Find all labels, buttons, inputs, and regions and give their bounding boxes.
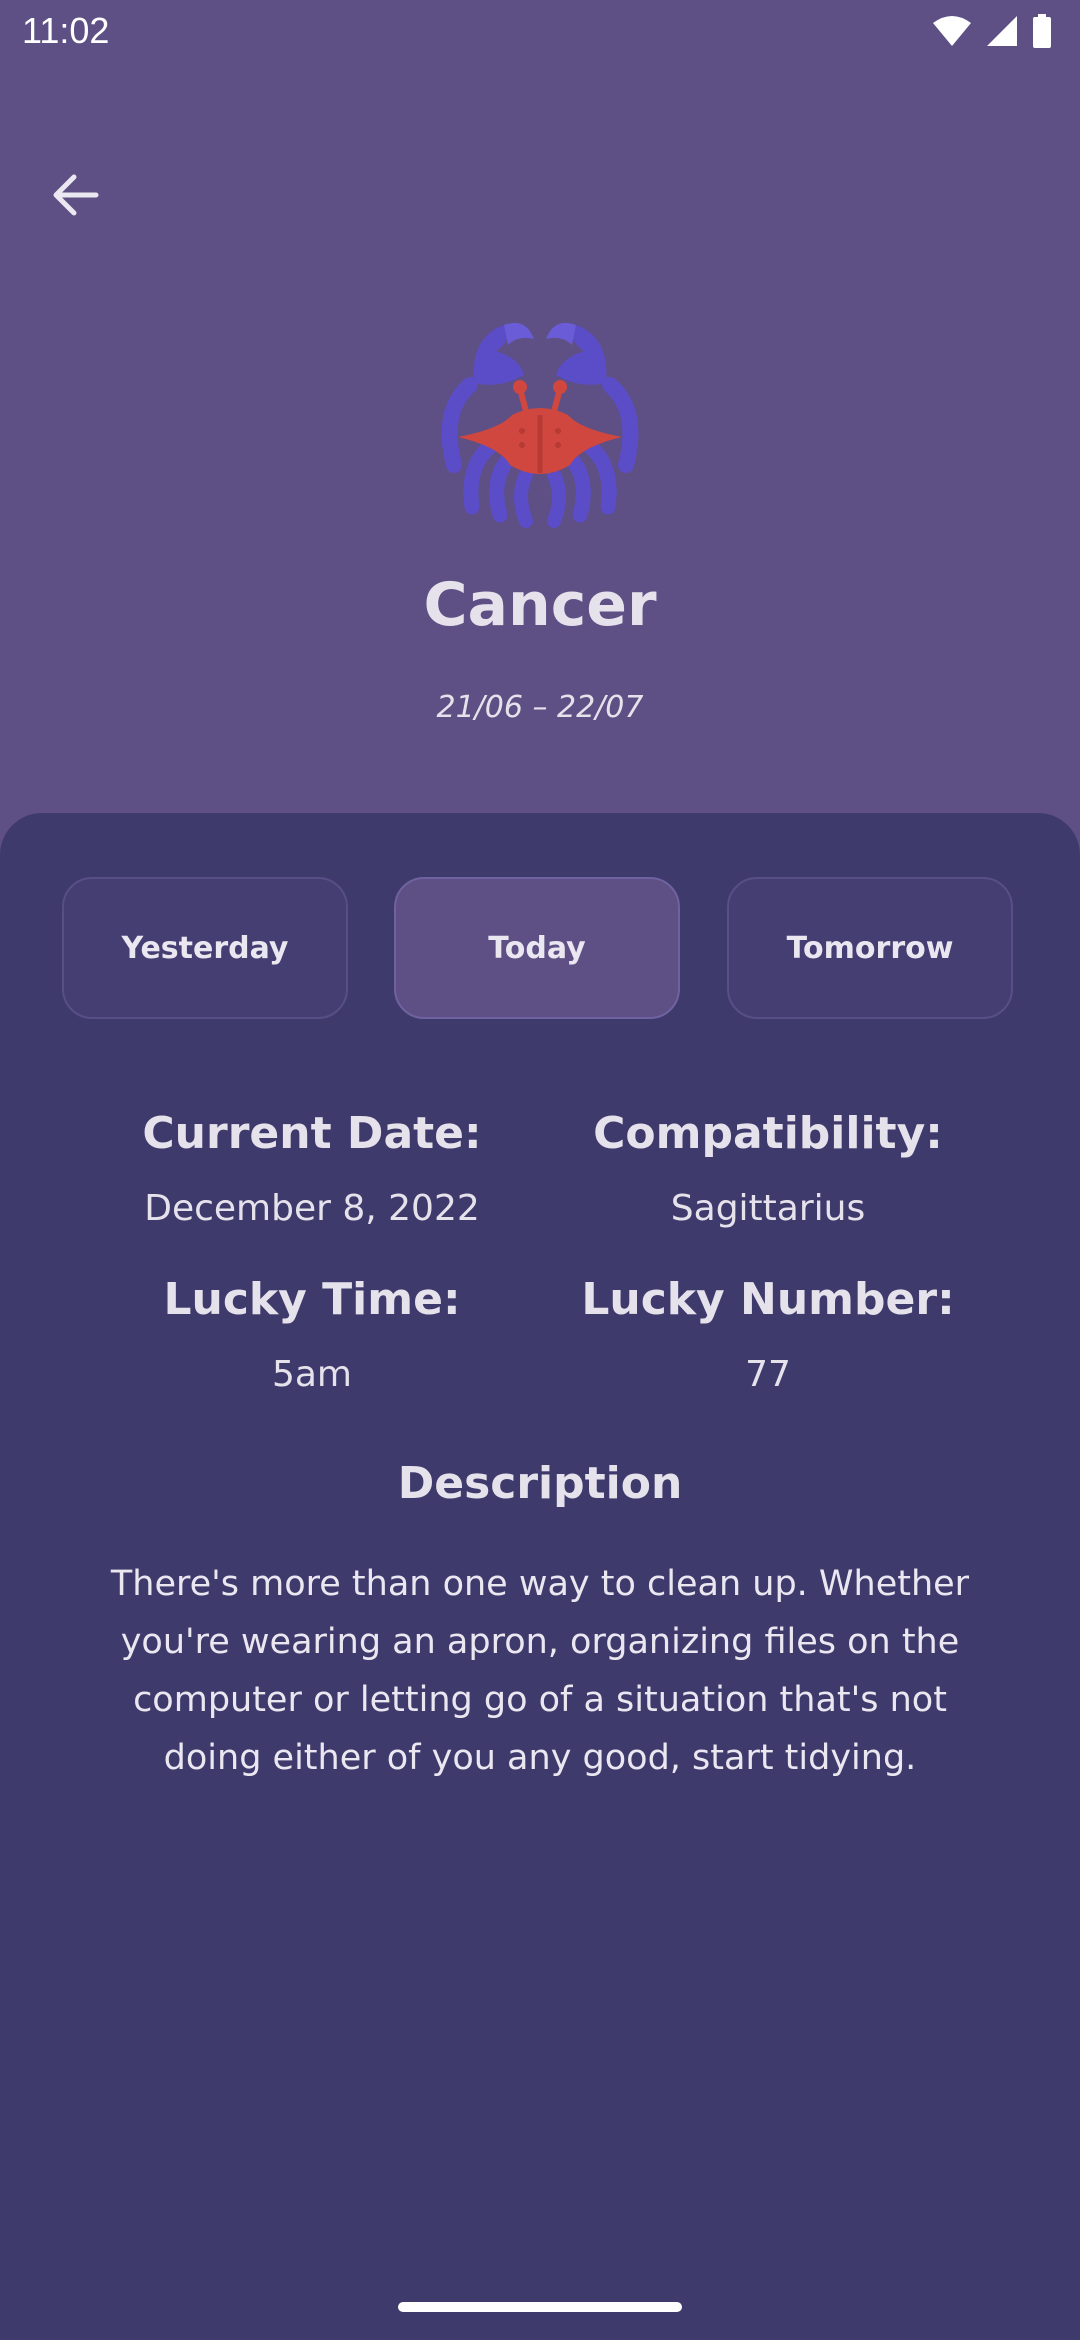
day-tabs: Yesterday Today Tomorrow [62,877,1018,1023]
current-date-label: Current Date: [142,1108,482,1159]
description-text: There's more than one way to clean up. W… [110,1564,970,1778]
tab-today[interactable]: Today [394,877,680,1019]
lucky-time-value: 5am [271,1354,353,1395]
description-title: Description [397,1458,683,1509]
compatibility-value: Sagittarius [670,1188,866,1229]
tab-yesterday[interactable]: Yesterday [62,877,348,1019]
tab-tomorrow[interactable]: Tomorrow [727,877,1013,1019]
battery-icon [1033,14,1051,48]
lucky-number-value: 77 [745,1354,791,1395]
wifi-icon [933,16,971,46]
status-bar: 11:02 [0,0,1080,64]
status-time: 11:02 [22,10,110,51]
arrow-left-icon [53,174,99,216]
lucky-time-label: Lucky Time: [163,1274,461,1325]
cellular-signal-icon [987,16,1017,46]
crab-icon [430,315,650,530]
current-date-value: December 8, 2022 [144,1188,480,1229]
sign-dates: 21/06 – 22/07 [436,690,644,725]
home-indicator[interactable] [398,2302,682,2312]
status-icons [932,14,1052,48]
sign-name: Cancer [423,570,657,640]
lucky-number-label: Lucky Number: [581,1274,955,1325]
back-button[interactable] [40,160,110,230]
compatibility-label: Compatibility: [593,1108,943,1159]
